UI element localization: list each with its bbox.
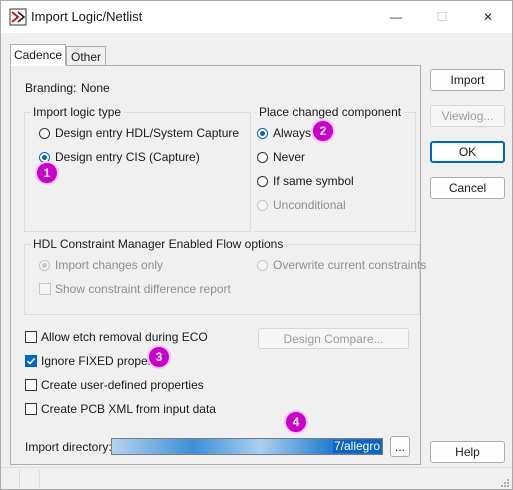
radio-label: Design entry CIS (Capture)	[55, 150, 200, 164]
status-bar	[1, 467, 512, 490]
checkbox-icon	[25, 403, 37, 415]
radio-button-icon	[39, 127, 50, 139]
branding-label: Branding:	[25, 81, 77, 95]
radio-never[interactable]: Never	[257, 150, 305, 164]
browse-button[interactable]: ...	[390, 436, 410, 457]
help-button[interactable]: Help	[430, 441, 505, 463]
radio-label: Never	[273, 150, 306, 164]
hdl-flow-options-group	[24, 244, 420, 315]
annotation-badge-4: 4	[284, 410, 308, 434]
radio-label: Unconditional	[273, 198, 346, 212]
branding-value: None	[81, 81, 110, 95]
checkbox-label: Show constraint difference report	[55, 282, 231, 296]
checkbox-icon	[25, 331, 37, 343]
checkbox-allow-etch-removal[interactable]: Allow etch removal during ECO	[25, 330, 208, 344]
radio-label: If same symbol	[273, 174, 354, 188]
radio-label: Always	[273, 126, 312, 140]
ok-button[interactable]: OK	[430, 141, 505, 163]
status-cell	[21, 470, 40, 488]
checkbox-label: Allow etch removal during ECO	[41, 330, 208, 344]
resize-grip-icon[interactable]	[500, 478, 510, 488]
checkbox-create-pcb-xml[interactable]: Create PCB XML from input data	[25, 402, 216, 416]
annotation-badge-2: 2	[311, 119, 335, 143]
design-compare-button: Design Compare...	[258, 328, 409, 349]
minimize-button[interactable]: —	[373, 1, 419, 33]
status-cell	[1, 470, 20, 488]
radio-hdl-system-capture[interactable]: Design entry HDL/System Capture	[39, 126, 239, 140]
radio-label: Overwrite current constraints	[273, 258, 427, 272]
place-changed-component-title: Place changed component	[257, 105, 404, 119]
checkbox-show-difference-report: Show constraint difference report	[39, 282, 231, 296]
radio-button-disabled-icon	[257, 259, 268, 271]
cancel-button[interactable]: Cancel	[430, 177, 505, 199]
app-icon	[9, 8, 27, 26]
annotation-badge-3: 3	[147, 345, 171, 369]
viewlog-button: Viewlog...	[430, 105, 505, 127]
radio-label: Design entry HDL/System Capture	[55, 126, 240, 140]
radio-button-icon	[257, 151, 268, 163]
radio-label: Import changes only	[55, 258, 164, 272]
radio-import-changes-only: Import changes only	[39, 258, 163, 272]
minimize-icon: —	[390, 10, 402, 24]
checkmark-icon	[25, 355, 37, 367]
checkbox-create-user-defined-properties[interactable]: Create user-defined properties	[25, 378, 204, 392]
import-directory-input[interactable]: 7/allegro	[111, 438, 383, 455]
import-directory-label: Import directory:	[25, 440, 112, 454]
radio-button-disabled-icon	[257, 199, 268, 211]
radio-button-icon	[257, 175, 268, 187]
close-button[interactable]: ✕	[465, 1, 511, 33]
radio-if-same-symbol[interactable]: If same symbol	[257, 174, 354, 188]
radio-unconditional: Unconditional	[257, 198, 346, 212]
maximize-icon: ☐	[436, 10, 448, 24]
annotation-badge-1: 1	[35, 161, 59, 185]
checkbox-label: Create user-defined properties	[41, 378, 204, 392]
radio-overwrite-constraints: Overwrite current constraints	[257, 258, 426, 272]
checkbox-label: Ignore FIXED property	[41, 354, 162, 368]
radio-button-disabled-icon	[39, 259, 50, 271]
window-title: Import Logic/Netlist	[31, 9, 143, 24]
group-divider	[250, 113, 251, 230]
import-directory-value: 7/allegro	[332, 439, 381, 453]
checkbox-ignore-fixed-property[interactable]: Ignore FIXED property	[25, 354, 161, 368]
hdl-flow-options-title: HDL Constraint Manager Enabled Flow opti…	[31, 237, 286, 251]
import-logic-type-title: Import logic type	[31, 105, 124, 119]
radio-always[interactable]: Always	[257, 126, 311, 140]
radio-button-selected-icon	[257, 127, 268, 139]
maximize-button[interactable]: ☐	[419, 1, 465, 33]
title-bar: Import Logic/Netlist — ☐ ✕	[1, 1, 512, 33]
import-logic-dialog: Import Logic/Netlist — ☐ ✕ Cadence Other…	[0, 0, 513, 490]
checkbox-disabled-icon	[39, 283, 51, 295]
close-icon: ✕	[482, 10, 494, 24]
tab-other[interactable]: Other	[66, 46, 106, 65]
radio-cis-capture[interactable]: Design entry CIS (Capture)	[39, 150, 200, 164]
checkbox-label: Create PCB XML from input data	[41, 402, 216, 416]
checkbox-icon	[25, 379, 37, 391]
import-button[interactable]: Import	[430, 69, 505, 91]
tab-cadence[interactable]: Cadence	[10, 44, 66, 66]
